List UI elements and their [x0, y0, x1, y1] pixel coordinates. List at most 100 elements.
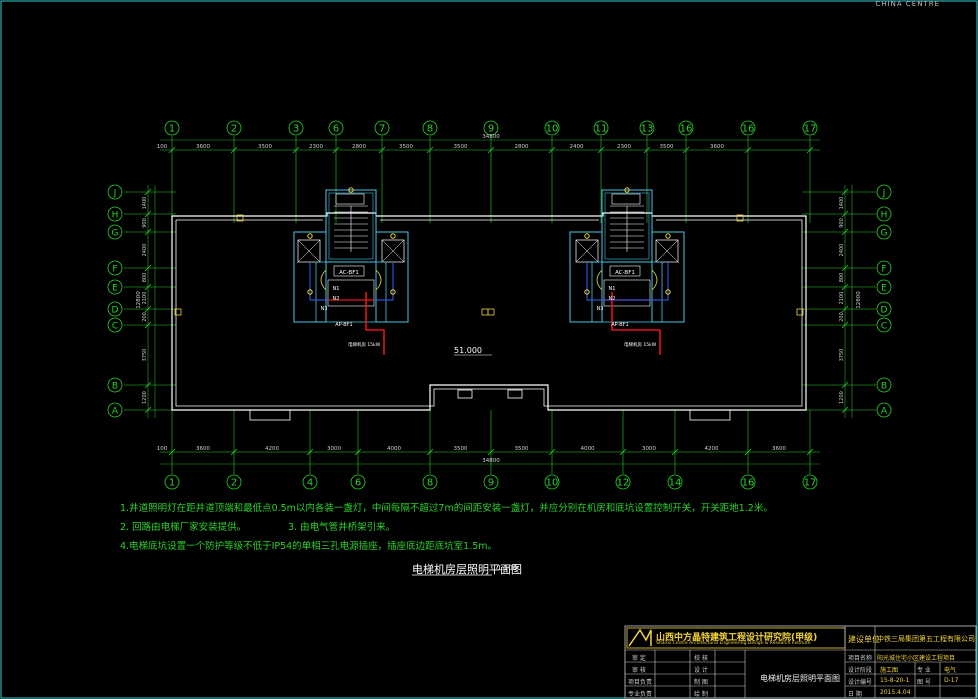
circuit-label: N1 [609, 286, 616, 292]
right-row-label: E [881, 284, 887, 294]
tb-row-r2: 设 计 [694, 667, 708, 674]
left-row-label: J [113, 189, 117, 199]
note-3: 3. 由电气管井桥架引来。 [288, 522, 396, 533]
tb-row-r3: 制 图 [694, 679, 708, 686]
door-swing [320, 269, 327, 291]
right-dim-value: 800 [839, 273, 845, 283]
top-dim-value: 2400 [570, 144, 584, 150]
tb-company-en: Shanxi Centre Architectural Engineering … [656, 641, 811, 646]
wall-device [487, 308, 495, 316]
top-overall-dim: 34800 [482, 134, 500, 140]
top-axis-label: 11 [595, 124, 608, 135]
right-dim-value: 900 [839, 218, 845, 228]
axis-grid [107, 120, 892, 490]
watermark-text: CHINA CENTRE [875, 0, 940, 8]
light-fixture [584, 233, 590, 239]
circuit-label: N3 [321, 306, 328, 312]
bottom-dim-value: 4200 [265, 446, 279, 452]
left-dim-value: 800 [142, 273, 148, 283]
left-row-label: C [112, 322, 118, 332]
bottom-axis-label: 2 [231, 478, 237, 489]
note-4: 4.电梯底坑设置一个防护等级不低于IP54的单相三孔电源插座，插座底边距底坑室1… [120, 541, 498, 552]
right-overall-dim: 12800 [856, 291, 862, 309]
top-axis-label: 3 [293, 124, 299, 135]
top-dim-value: 3500 [454, 144, 468, 150]
door-swing [651, 269, 658, 291]
wiring [174, 187, 804, 355]
tb-client-label: 建设单位 [848, 635, 880, 644]
building-outline [171, 212, 807, 421]
bottom-dim-value: 4000 [581, 446, 595, 452]
top-dim-value: 3600 [196, 144, 210, 150]
door-swing [596, 269, 603, 291]
top-dim-value: 2300 [617, 144, 631, 150]
right-dim-value: 1200 [839, 391, 845, 404]
bottom-dim-value: 3500 [515, 446, 529, 452]
bottom-axis-label: 10 [546, 478, 559, 489]
drawing-labels: 1 2 3 6 7 8 9 10 11 13 16 16 173600 3500 2300 2800 3500 3… [112, 124, 888, 489]
tb-discipline: 电气 [944, 667, 957, 674]
bottom-axis-label: 16 [742, 478, 755, 489]
tb-sheet-label: 图 号 [917, 679, 931, 686]
top-dim-value: 2300 [309, 144, 323, 150]
left-row-label: E [112, 284, 118, 294]
drawing-scale: 1:100 [497, 564, 518, 572]
left-row-label: D [112, 306, 119, 316]
tb-row-1: 审 定 [632, 655, 646, 662]
tb-drawing-name: 电梯机房层照明平面图 [760, 674, 840, 683]
top-dim-value: 3600 [710, 144, 724, 150]
top-dim-value: 2800 [515, 144, 529, 150]
light-fixture [665, 233, 671, 239]
tb-project: 阳光城住宅小区建设工程项目 [877, 655, 956, 662]
panel-label: AC-BF1 [339, 270, 359, 276]
note-2: 2. 回路由电梯厂家安装提供。 [120, 522, 247, 533]
stair-landing [335, 193, 365, 205]
tb-discipline-label: 专 业 [917, 667, 931, 674]
tb-row-2: 审 核 [632, 667, 646, 674]
bottom-axis-label: 12 [617, 478, 630, 489]
tb-row-r1: 校 核 [694, 655, 708, 662]
tb-number: 15-8-20-1 [880, 677, 910, 684]
top-dim-value: 3500 [660, 144, 674, 150]
door-swing [375, 269, 382, 291]
top-axis-label: 8 [427, 124, 433, 135]
light-fixture [307, 233, 313, 239]
bottom-overall-dim: 34800 [482, 458, 500, 464]
inner-room [327, 279, 375, 307]
tb-client: 中铁三局集团第五工程有限公司 [877, 635, 975, 643]
left-dim-value: 200 [142, 312, 148, 322]
left-dim-value: 900 [142, 218, 148, 228]
tb-date-label: 日 期 [848, 691, 862, 698]
tb-number-label: 设计编号 [848, 679, 873, 686]
circuit-label: N3 [597, 306, 604, 312]
circuit-label: N2 [333, 296, 340, 302]
bottom-axis-label: 14 [669, 478, 682, 489]
left-dim-value: 3750 [142, 349, 148, 362]
top-axis-label: 16 [680, 124, 693, 135]
top-axis-label: 2 [231, 124, 237, 135]
bottom-dim-value: 3600 [772, 446, 786, 452]
bottom-axis-label: 6 [355, 478, 361, 489]
left-dim-value: 1200 [142, 391, 148, 404]
right-row-label: F [881, 265, 886, 275]
right-row-label: D [881, 306, 888, 316]
bottom-edge-offset: 100 [157, 446, 168, 452]
bottom-dim-value: 3500 [454, 446, 468, 452]
top-dim-value: 3500 [399, 144, 413, 150]
left-row-label: G [112, 229, 119, 239]
top-axis-label: 6 [333, 124, 339, 135]
bottom-axis-label: 17 [804, 478, 817, 489]
inner-room [603, 279, 651, 307]
right-row-label: A [881, 407, 888, 417]
bottom-dim-value: 3000 [642, 446, 656, 452]
right-dim-value: 3750 [839, 349, 845, 362]
blue-wire-2 [374, 262, 394, 301]
light-fixture [390, 233, 396, 239]
blue-wire [309, 262, 328, 301]
top-axis-label: 9 [488, 124, 494, 135]
right-row-label: J [882, 189, 886, 199]
bottom-axis-label: 4 [307, 478, 313, 489]
right-row-label: C [881, 322, 887, 332]
stair-landing [611, 193, 641, 205]
tb-sheet: D-17 [944, 677, 959, 684]
